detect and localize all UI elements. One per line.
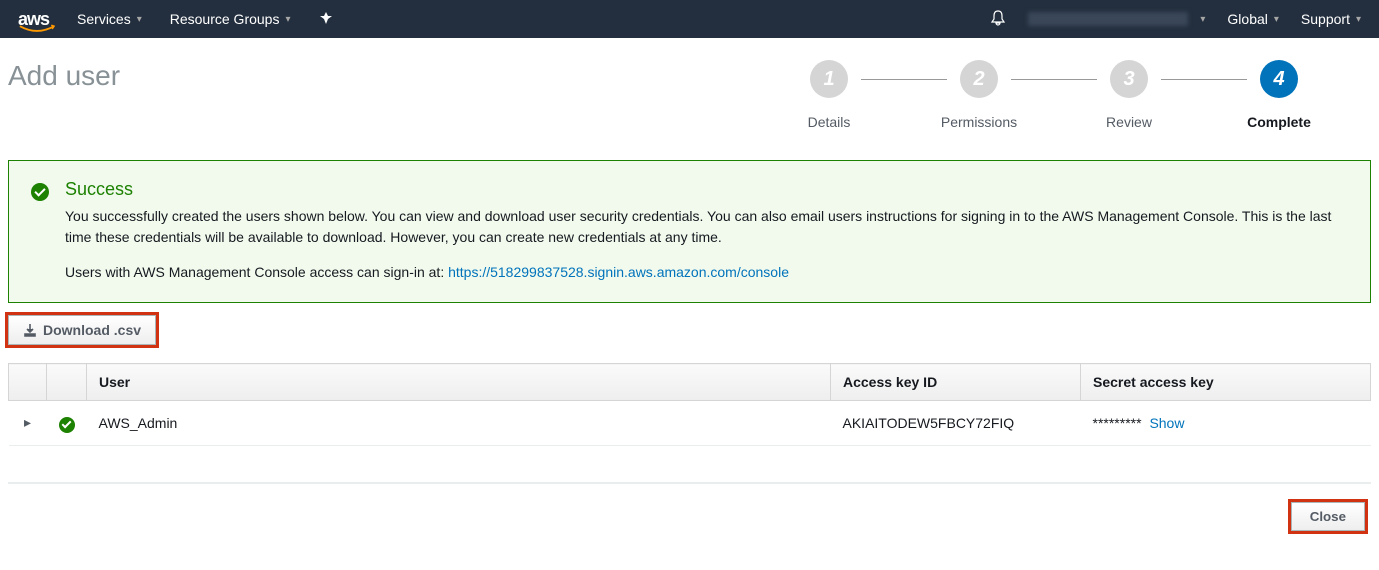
nav-resource-groups-label: Resource Groups (170, 11, 280, 27)
users-table: User Access key ID Secret access key ▸ A… (8, 363, 1371, 446)
nav-region-label: Global (1227, 11, 1267, 27)
cell-secret-key: ********* Show (1081, 401, 1371, 446)
title-row: Add user 1 Details 2 Permissions 3 Revie… (8, 60, 1371, 130)
step-review: 3 Review (1097, 60, 1161, 130)
nav-resource-groups[interactable]: Resource Groups ▾ (170, 11, 291, 27)
nav-services-label: Services (77, 11, 131, 27)
chevron-down-icon: ▾ (285, 14, 290, 25)
bell-icon[interactable] (990, 10, 1006, 29)
row-status (47, 401, 87, 446)
close-button[interactable]: Close (1291, 502, 1365, 531)
footer: Close (8, 482, 1371, 531)
download-csv-label: Download .csv (43, 322, 141, 338)
chevron-down-icon: ▾ (1356, 14, 1361, 25)
col-expand (9, 364, 47, 401)
download-csv-button[interactable]: Download .csv (8, 315, 156, 345)
nav-account-dropdown[interactable]: ▾ (1194, 14, 1205, 25)
signin-url-link[interactable]: https://518299837528.signin.aws.amazon.c… (448, 264, 789, 280)
download-row: Download .csv (8, 315, 1371, 345)
chevron-down-icon: ▾ (137, 14, 142, 25)
content: Add user 1 Details 2 Permissions 3 Revie… (0, 38, 1379, 551)
top-nav: aws Services ▾ Resource Groups ▾ ▾ Globa… (0, 0, 1379, 38)
signin-prefix: Users with AWS Management Console access… (65, 264, 448, 280)
aws-smile-icon (18, 24, 56, 34)
step-label: Permissions (941, 114, 1017, 130)
step-label: Details (808, 114, 851, 130)
table-header-row: User Access key ID Secret access key (9, 364, 1371, 401)
nav-services[interactable]: Services ▾ (77, 11, 142, 27)
page-title: Add user (8, 60, 120, 92)
nav-support-label: Support (1301, 11, 1350, 27)
step-connector (1011, 79, 1097, 80)
caret-right-icon: ▸ (24, 414, 31, 430)
step-permissions: 2 Permissions (947, 60, 1011, 130)
nav-support[interactable]: Support ▾ (1301, 11, 1361, 27)
success-body: Success You successfully created the use… (65, 179, 1348, 280)
success-message: You successfully created the users shown… (65, 206, 1348, 248)
success-check-icon (59, 417, 75, 433)
cell-user: AWS_Admin (87, 401, 831, 446)
pin-icon[interactable] (319, 11, 333, 28)
chevron-down-icon: ▾ (1200, 14, 1205, 25)
col-secret-key: Secret access key (1081, 364, 1371, 401)
col-user: User (87, 364, 831, 401)
step-connector (861, 79, 947, 80)
success-panel: Success You successfully created the use… (8, 160, 1371, 303)
step-details: 1 Details (797, 60, 861, 130)
step-circle: 2 (960, 60, 998, 98)
col-status (47, 364, 87, 401)
nav-account-name[interactable] (1028, 12, 1188, 26)
step-label: Review (1106, 114, 1152, 130)
aws-logo[interactable]: aws (18, 9, 49, 30)
nav-right: ▾ Global ▾ Support ▾ (972, 10, 1361, 29)
step-circle: 4 (1260, 60, 1298, 98)
success-check-icon (31, 181, 49, 280)
step-label: Complete (1247, 114, 1311, 130)
step-connector (1161, 79, 1247, 80)
cell-access-key: AKIAITODEW5FBCY72FIQ (831, 401, 1081, 446)
col-access-key: Access key ID (831, 364, 1081, 401)
show-secret-link[interactable]: Show (1149, 415, 1184, 431)
secret-masked: ********* (1093, 415, 1142, 431)
success-title: Success (65, 179, 1348, 200)
step-circle: 1 (810, 60, 848, 98)
chevron-down-icon: ▾ (1274, 14, 1279, 25)
step-circle: 3 (1110, 60, 1148, 98)
wizard-steps: 1 Details 2 Permissions 3 Review 4 Compl… (797, 60, 1371, 130)
download-icon (23, 323, 37, 337)
expand-row-toggle[interactable]: ▸ (9, 401, 47, 446)
table-row: ▸ AWS_Admin AKIAITODEW5FBCY72FIQ *******… (9, 401, 1371, 446)
step-complete: 4 Complete (1247, 60, 1311, 130)
nav-region[interactable]: Global ▾ (1227, 11, 1279, 27)
signin-instructions: Users with AWS Management Console access… (65, 264, 1348, 280)
